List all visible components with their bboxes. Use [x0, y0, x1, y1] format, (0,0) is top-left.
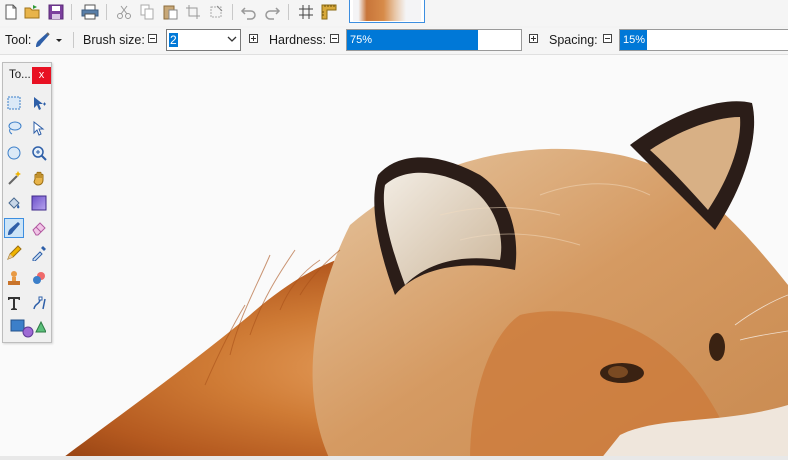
- hardness-value: 75%: [350, 34, 373, 46]
- crop-icon[interactable]: [182, 1, 204, 23]
- print-icon[interactable]: [79, 1, 101, 23]
- spacing-slider[interactable]: 15%: [619, 29, 788, 51]
- move-selection-icon[interactable]: [29, 118, 49, 138]
- main-toolbar: [0, 0, 788, 26]
- tool-label: Tool:: [5, 33, 32, 47]
- brush-size-increase-button[interactable]: [249, 34, 258, 43]
- new-file-icon[interactable]: [0, 1, 22, 23]
- image-canvas[interactable]: [0, 55, 788, 460]
- recolor-icon[interactable]: [29, 268, 49, 288]
- paint-bucket-icon[interactable]: [4, 193, 24, 213]
- fox-photo: [0, 55, 788, 460]
- move-selected-pixels-icon[interactable]: [29, 93, 49, 113]
- deselect-icon[interactable]: [205, 1, 227, 23]
- eraser-icon[interactable]: [29, 218, 49, 238]
- paste-icon[interactable]: [159, 1, 181, 23]
- paintbrush-icon[interactable]: [4, 218, 24, 238]
- hardness-slider[interactable]: 75%: [346, 29, 522, 51]
- zoom-icon[interactable]: [29, 143, 49, 163]
- tool-dropdown[interactable]: [32, 29, 64, 51]
- tools-window-title: To...: [9, 69, 31, 81]
- brush-size-value: 2: [169, 33, 178, 47]
- open-file-icon[interactable]: [22, 1, 44, 23]
- image-thumbnail-tab[interactable]: [349, 0, 425, 23]
- color-picker-icon[interactable]: [29, 243, 49, 263]
- pan-icon[interactable]: [29, 168, 49, 188]
- spacing-value: 15%: [623, 34, 646, 46]
- pencil-icon[interactable]: [4, 243, 24, 263]
- lasso-select-icon[interactable]: [4, 118, 24, 138]
- grid-icon[interactable]: [295, 1, 317, 23]
- magic-wand-icon[interactable]: [4, 168, 24, 188]
- spacing-decrease-button[interactable]: [603, 34, 612, 43]
- line-curve-icon[interactable]: [29, 293, 49, 313]
- cut-icon[interactable]: [113, 1, 135, 23]
- tool-options-bar: Tool: Brush size: 2 Hardness: 75% Spacin…: [0, 28, 788, 55]
- tools-window-close-button[interactable]: x: [32, 67, 51, 84]
- brush-size-combobox[interactable]: 2: [166, 29, 241, 51]
- ellipse-select-icon[interactable]: [4, 143, 24, 163]
- save-icon[interactable]: [45, 1, 67, 23]
- redo-icon[interactable]: [261, 1, 283, 23]
- chevron-down-icon: [227, 36, 237, 42]
- rectangle-select-icon[interactable]: [4, 93, 24, 113]
- fox-thumbnail: [353, 0, 421, 21]
- undo-icon[interactable]: [238, 1, 260, 23]
- ruler-icon[interactable]: [318, 1, 340, 23]
- brush-size-label: Brush size:: [83, 33, 145, 47]
- text-icon[interactable]: [4, 293, 24, 313]
- hardness-label: Hardness:: [269, 33, 326, 47]
- brush-size-decrease-button[interactable]: [148, 34, 157, 43]
- spacing-label: Spacing:: [549, 33, 598, 47]
- hardness-increase-button[interactable]: [529, 34, 538, 43]
- tools-window: To... x: [2, 62, 52, 343]
- shapes-icon[interactable]: [7, 318, 47, 338]
- hardness-decrease-button[interactable]: [330, 34, 339, 43]
- horizontal-scrollbar[interactable]: [0, 456, 788, 460]
- copy-icon[interactable]: [136, 1, 158, 23]
- clone-stamp-icon[interactable]: [4, 268, 24, 288]
- gradient-icon[interactable]: [29, 193, 49, 213]
